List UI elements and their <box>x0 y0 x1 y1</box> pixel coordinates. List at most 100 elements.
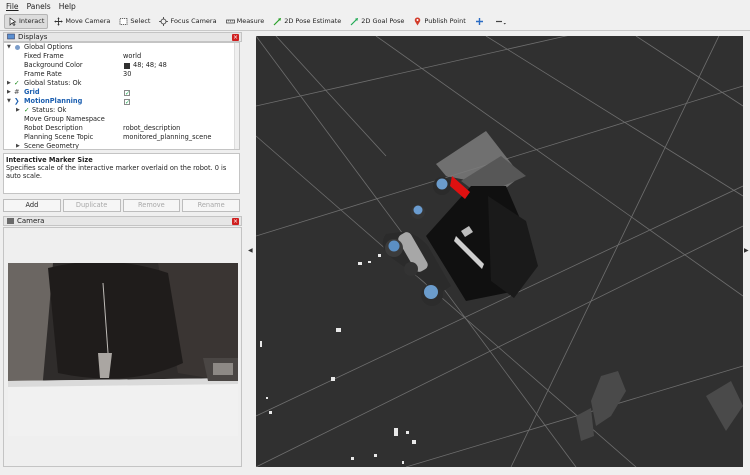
tree-label: Move Group Namespace <box>24 115 105 123</box>
background-color-value[interactable]: 48; 48; 48 <box>133 61 167 70</box>
displays-icon <box>7 33 15 41</box>
robot-description-value[interactable]: robot_description <box>123 124 180 133</box>
tree-label: Status: Ok <box>32 106 67 114</box>
property-description: Interactive Marker Size Specifies scale … <box>3 153 240 194</box>
chevron-down-icon[interactable]: ▼ <box>7 43 11 52</box>
tree-label: Frame Rate <box>24 70 62 78</box>
add-button[interactable]: Add <box>3 199 61 212</box>
tree-label: Background Color <box>24 61 83 69</box>
description-text: Specifies scale of the interactive marke… <box>6 164 227 180</box>
tree-label: Grid <box>24 88 40 96</box>
point-cloud-speckles <box>260 254 416 464</box>
tool-move-camera[interactable]: Move Camera <box>51 14 113 29</box>
check-icon: ✓ <box>24 106 30 114</box>
motion-planning-checkbox[interactable]: ✓ <box>124 98 130 105</box>
grid-checkbox[interactable]: ✓ <box>124 89 130 96</box>
displays-scrollbar[interactable] <box>234 43 239 149</box>
robot-wrist-cap <box>436 178 448 190</box>
tree-row-global-options[interactable]: ▼ Global Options <box>4 43 239 52</box>
goal-pose-icon <box>350 17 359 26</box>
tree-row-move-group-namespace[interactable]: Move Group Namespace <box>4 115 239 124</box>
tree-row-background-color[interactable]: Background Color 48; 48; 48 <box>4 61 239 70</box>
camera-panel-title: Camera <box>17 217 45 225</box>
robot-joint-cap <box>413 205 423 215</box>
tool-pose-estimate-label: 2D Pose Estimate <box>284 17 342 25</box>
tool-publish-point-label: Publish Point <box>424 17 466 25</box>
color-swatch[interactable] <box>124 63 130 69</box>
tree-row-planning-scene-topic[interactable]: Planning Scene Topic monitored_planning_… <box>4 133 239 142</box>
tree-row-frame-rate[interactable]: Frame Rate 30 <box>4 70 239 79</box>
remove-button[interactable]: Remove <box>122 199 181 212</box>
tree-row-fixed-frame[interactable]: Fixed Frame world <box>4 52 239 61</box>
robot-joint <box>404 262 418 276</box>
add-tool-button[interactable] <box>472 14 489 29</box>
tree-label: Robot Description <box>24 124 83 132</box>
chevron-right-icon[interactable]: ▶ <box>16 106 20 115</box>
chevron-down-icon[interactable]: ▼ <box>7 97 11 106</box>
focus-camera-icon <box>159 16 169 26</box>
tool-pose-estimate[interactable]: 2D Pose Estimate <box>270 14 344 29</box>
duplicate-button[interactable]: Duplicate <box>62 199 121 212</box>
displays-button-row: Add Duplicate Remove Rename <box>3 199 240 212</box>
select-icon <box>119 17 128 26</box>
tool-focus-camera[interactable]: Focus Camera <box>156 14 219 29</box>
check-icon: ✓ <box>14 79 20 87</box>
robot-base-cap <box>424 285 438 299</box>
menu-help[interactable]: Help <box>59 2 76 11</box>
pose-estimate-icon <box>273 17 282 26</box>
tree-row-global-status[interactable]: ▶ ✓ Global Status: Ok <box>4 79 239 88</box>
tree-label: Planning Scene Topic <box>24 133 94 141</box>
tool-interact[interactable]: Interact <box>4 13 49 29</box>
menu-panels[interactable]: Panels <box>27 2 51 11</box>
tool-measure[interactable]: Measure <box>223 14 268 29</box>
toolbar: Interact Move Camera Select Focus Camera… <box>0 12 750 31</box>
minus-icon <box>495 17 507 26</box>
remove-tool-button[interactable] <box>492 14 512 29</box>
tool-goal-pose[interactable]: 2D Goal Pose <box>347 14 407 29</box>
collapse-left-arrow[interactable]: ◀ <box>248 247 253 254</box>
planning-scene-topic-value[interactable]: monitored_planning_scene <box>123 133 211 142</box>
tree-row-scene-geometry[interactable]: ▶ Scene Geometry <box>4 142 239 149</box>
tree-row-grid[interactable]: ▶ # Grid ✓ <box>4 88 239 97</box>
tree-row-motion-planning[interactable]: ▼ ❯ MotionPlanning ✓ <box>4 97 239 106</box>
chevron-right-icon[interactable]: ▶ <box>7 88 11 97</box>
scene-canvas[interactable] <box>256 36 743 467</box>
tree-label: MotionPlanning <box>24 97 83 105</box>
publish-point-icon <box>413 16 422 26</box>
rename-button[interactable]: Rename <box>182 199 240 212</box>
tool-measure-label: Measure <box>236 17 265 25</box>
globe-icon <box>15 45 20 50</box>
move-camera-icon <box>54 17 63 26</box>
displays-close-icon[interactable]: × <box>232 34 239 41</box>
tool-select-label: Select <box>130 17 151 25</box>
plus-icon <box>475 17 484 26</box>
displays-panel-title: Displays <box>18 33 48 41</box>
frame-rate-value[interactable]: 30 <box>123 70 131 79</box>
chevron-right-icon[interactable]: ▶ <box>7 79 11 88</box>
measure-icon <box>225 17 235 26</box>
camera-panel-header: Camera × <box>3 216 242 226</box>
tool-interact-label: Interact <box>19 17 45 25</box>
point-cloud-dark <box>576 371 743 441</box>
tree-label: Global Options <box>24 43 73 51</box>
tool-move-camera-label: Move Camera <box>65 17 111 25</box>
render-viewport[interactable] <box>256 36 743 467</box>
menu-file[interactable]: File <box>6 2 19 11</box>
chevron-right-icon[interactable]: ▶ <box>16 142 20 149</box>
camera-icon <box>7 218 14 224</box>
camera-image <box>8 263 238 436</box>
description-title: Interactive Marker Size <box>6 156 93 164</box>
collapse-right-arrow[interactable]: ▶ <box>744 247 749 254</box>
displays-tree: ▼ Global Options Fixed Frame world Backg… <box>3 42 240 150</box>
camera-close-icon[interactable]: × <box>232 218 239 225</box>
fixed-frame-value[interactable]: world <box>123 52 141 61</box>
tree-row-robot-description[interactable]: Robot Description robot_description <box>4 124 239 133</box>
robot-joint-cap <box>388 240 400 252</box>
displays-panel-header: Displays × <box>3 32 242 42</box>
menu-bar: File Panels Help <box>0 0 750 12</box>
motion-planning-icon: ❯ <box>14 97 20 105</box>
tree-row-status[interactable]: ▶ ✓ Status: Ok <box>4 106 239 115</box>
tree-label: Global Status: Ok <box>24 79 82 87</box>
tool-publish-point[interactable]: Publish Point <box>410 14 468 29</box>
tool-select[interactable]: Select <box>116 14 153 29</box>
